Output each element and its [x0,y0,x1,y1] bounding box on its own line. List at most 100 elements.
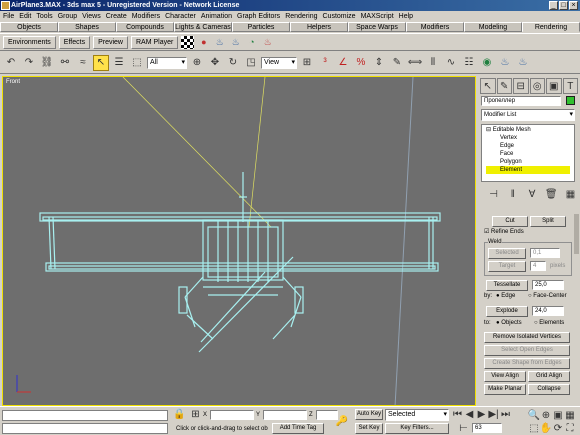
explode-objects-radio[interactable]: ● Objects [496,319,522,327]
play-icon[interactable]: ▶ [476,409,487,420]
stack-item-polygon[interactable]: Polygon [500,158,522,166]
split-button[interactable]: Split [530,216,566,227]
remove-modifier-icon[interactable]: 🗑 [544,186,559,202]
current-frame-field[interactable]: 63 [472,423,502,433]
move-icon[interactable]: ✥ [207,55,223,71]
object-name-field[interactable]: Пропеллер [481,96,561,106]
tessellate-face-center-radio[interactable]: ○ Face-Center [528,292,567,300]
select-and-manipulate-icon[interactable]: ⊕ [189,55,205,71]
align-icon[interactable]: ⫴ [425,55,441,71]
remove-isolated-vertices-button[interactable]: Remove Isolated Vertices [484,332,570,343]
tab-compounds[interactable]: Compounds [116,22,174,32]
preview-button[interactable]: Preview [93,35,128,49]
region-select-icon[interactable]: ⬚ [129,55,145,71]
spinner-snap-icon[interactable]: ⇕ [371,55,387,71]
modifier-stack[interactable]: ⊟ Editable Mesh Vertex Edge Face Polygon… [481,124,575,182]
menu-help[interactable]: Help [399,11,413,22]
render-teapot-icon[interactable]: ♨ [213,36,226,49]
tab-helpers[interactable]: Helpers [290,22,348,32]
tab-modeling[interactable]: Modeling [464,22,522,32]
unlink-icon[interactable]: ⚯ [57,55,73,71]
maxscript-output-field[interactable] [2,423,168,434]
stack-item-vertex[interactable]: Vertex [500,134,517,142]
explode-button[interactable]: Explode [486,306,528,317]
lock-selection-icon[interactable]: 🔒 [173,409,185,420]
named-selection-icon[interactable]: ✎ [389,55,405,71]
grid-align-button[interactable]: Grid Align [528,371,570,382]
tab-lights-cameras[interactable]: Lights & Cameras [174,22,232,32]
rotate-icon[interactable]: ↻ [225,55,241,71]
material-spheres-icon[interactable]: ● [197,36,210,49]
zoom-icon[interactable]: 🔍 [528,409,540,421]
tab-space-warps[interactable]: Space Warps [348,22,406,32]
maximize-viewport-icon[interactable]: ⛶ [564,422,576,434]
weld-threshold-field[interactable]: 0,1 [530,248,560,258]
arc-rotate-icon[interactable]: ⟳ [552,422,564,434]
zoom-all-icon[interactable]: ⊕ [540,409,552,421]
material-editor-icon[interactable] [181,35,195,49]
motion-tab-icon[interactable]: ◎ [529,78,545,94]
tessellate-button[interactable]: Tessellate [486,280,528,291]
menu-views[interactable]: Views [82,11,101,22]
menu-create[interactable]: Create [106,11,127,22]
set-key-button[interactable]: Set Key [355,423,383,434]
stack-root[interactable]: ⊟ Editable Mesh [486,126,531,134]
tessellate-tension-field[interactable]: 25,0 [532,280,564,290]
go-to-end-icon[interactable]: ⏭ [500,409,511,420]
effects-button[interactable]: Effects [58,35,91,49]
viewport-front[interactable]: Front [2,76,476,406]
menu-group[interactable]: Group [58,11,77,22]
auto-key-button[interactable]: Auto Key [355,409,383,420]
utilities-tab-icon[interactable]: T [562,78,578,94]
key-mode-toggle-icon[interactable]: ⊢ [458,423,469,434]
pin-stack-icon[interactable]: ⊣ [486,186,501,202]
pan-icon[interactable]: ✋ [540,422,552,434]
refine-ends-checkbox[interactable]: ☑ Refine Ends [484,228,524,236]
modifier-list-dropdown[interactable]: Modifier List [481,109,575,121]
ref-coord-dropdown[interactable]: View [261,56,297,69]
command-panel-scrollbar[interactable] [574,214,579,254]
material-editor-icon[interactable]: ◉ [479,55,495,71]
undo-icon[interactable]: ↶ [3,55,19,71]
stack-item-element[interactable]: Element [486,166,570,174]
minimize-button[interactable]: _ [549,1,558,10]
create-shape-from-edges-button[interactable]: Create Shape from Edges [484,358,570,369]
menu-modifiers[interactable]: Modifiers [132,11,160,22]
link-icon[interactable]: ⛓ [39,55,55,71]
make-unique-icon[interactable]: ∀ [524,186,539,202]
explode-angle-field[interactable]: 24,0 [532,306,564,316]
menu-maxscript[interactable]: MAXScript [361,11,394,22]
percent-snap-icon[interactable]: % [353,55,369,71]
ram-player-button[interactable]: RAM Player [130,35,179,49]
cut-button[interactable]: Cut [492,216,528,227]
key-icon[interactable]: 🔑 [334,413,350,429]
menu-customize[interactable]: Customize [323,11,356,22]
maximize-button[interactable]: □ [559,1,568,10]
make-planar-button[interactable]: Make Planar [484,384,526,395]
select-by-name-icon[interactable]: ☰ [111,55,127,71]
show-end-result-icon[interactable]: ‖ [505,186,520,202]
weld-selected-button[interactable]: Selected [488,248,526,259]
pivot-center-icon[interactable]: ⊞ [299,55,315,71]
configure-sets-icon[interactable]: ▦ [563,186,578,202]
key-mode-dropdown[interactable]: Selected [385,409,449,421]
select-open-edges-button[interactable]: Select Open Edges [484,345,570,356]
zoom-extents-icon[interactable]: ▣ [552,409,564,421]
scale-icon[interactable]: ◳ [243,55,259,71]
mirror-icon[interactable]: ⟺ [407,55,423,71]
quick-render-icon[interactable]: ♨ [515,55,531,71]
next-frame-icon[interactable]: ▶| [488,409,499,420]
weld-target-button[interactable]: Target [488,261,526,272]
absolute-mode-icon[interactable]: ⊞ [190,409,201,420]
object-color-swatch[interactable] [566,96,575,105]
active-shade-icon[interactable]: ♨ [261,36,274,49]
hierarchy-tab-icon[interactable]: ⊟ [513,78,529,94]
close-button[interactable]: × [569,1,578,10]
selection-filter-dropdown[interactable]: All [147,56,187,69]
menu-file[interactable]: File [3,11,14,22]
zoom-extents-all-icon[interactable]: ▦ [564,409,576,421]
render-scene-icon[interactable]: ♨ [497,55,513,71]
tab-modifiers[interactable]: Modifiers [406,22,464,32]
explode-elements-radio[interactable]: ○ Elements [534,319,564,327]
curve-editor-icon[interactable]: ∿ [443,55,459,71]
